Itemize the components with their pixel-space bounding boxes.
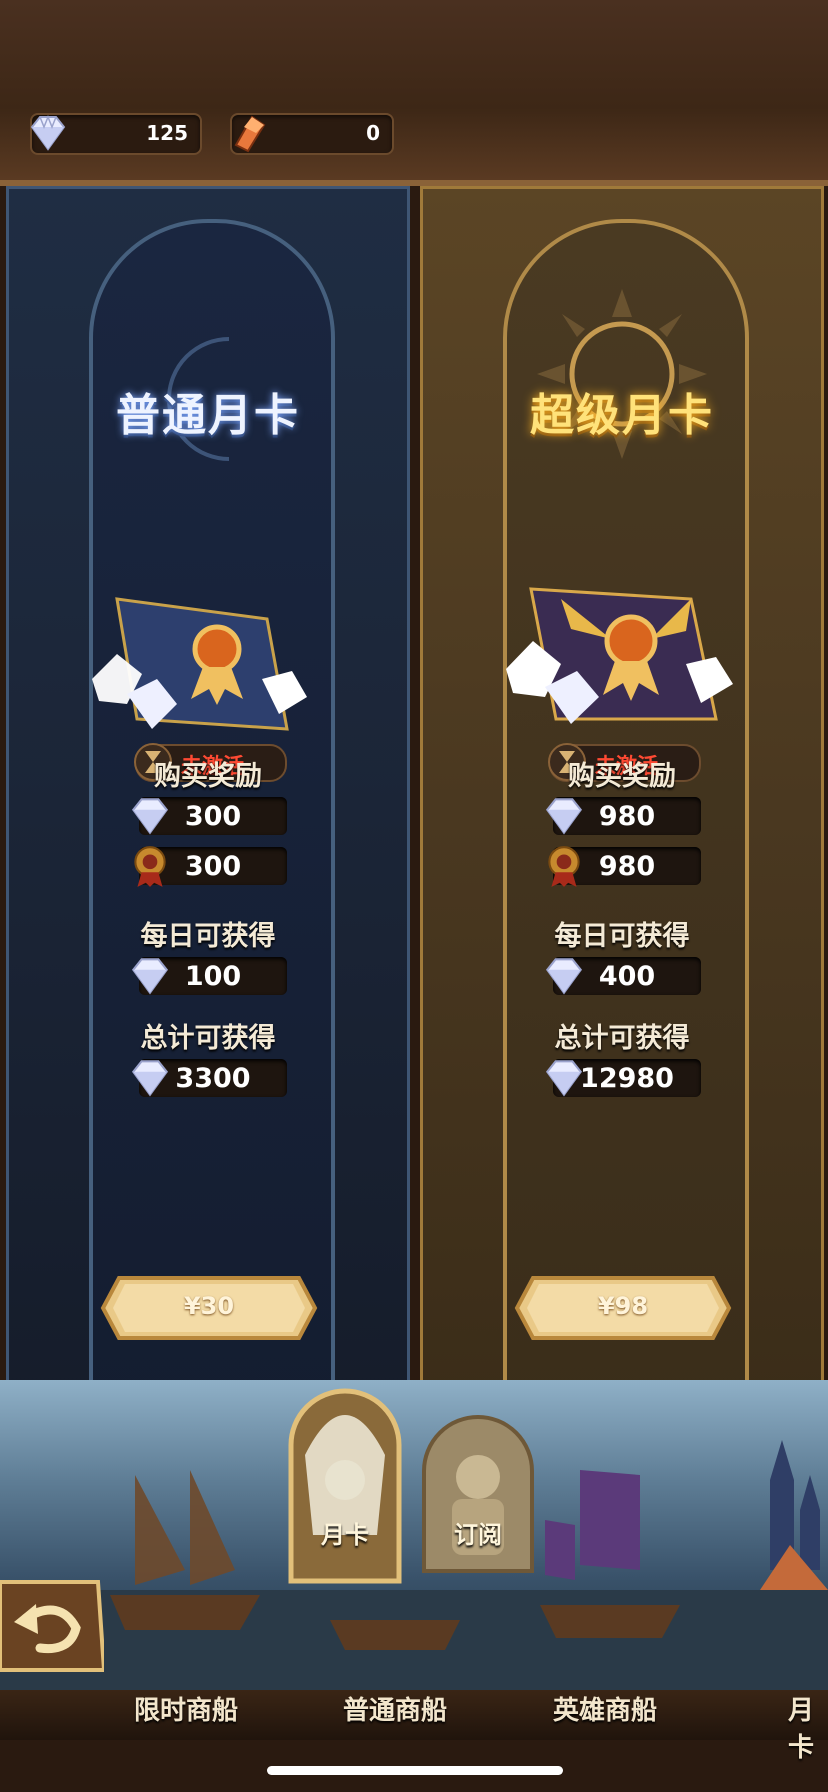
card-title: 普通月卡: [116, 390, 300, 441]
purchase-diamond-value: 300: [184, 801, 242, 832]
buy-button-normal[interactable]: ¥30: [99, 1274, 319, 1342]
back-button[interactable]: [0, 1578, 107, 1674]
total-label: 总计可获得: [554, 1023, 690, 1054]
card-reward-image-icon: [506, 587, 733, 724]
daily-label: 每日可获得: [554, 921, 690, 952]
purchase-badge-row: 980: [548, 846, 701, 887]
daily-diamond-row: 400: [545, 957, 701, 995]
purchase-badge-value: 300: [184, 851, 242, 882]
harbor-scene: [0, 1380, 828, 1710]
daily-diamond-value: 400: [598, 961, 656, 992]
crystal-icon: [234, 115, 266, 153]
total-label: 总计可获得: [140, 1023, 276, 1054]
home-indicator: [267, 1766, 563, 1775]
card-reward-image-icon: [92, 597, 307, 731]
purchase-reward-label: 购买奖励: [154, 761, 262, 792]
tab-subscribe[interactable]: 订阅: [418, 1415, 538, 1575]
purchase-badge-row: 300: [134, 846, 287, 887]
top-bar: [0, 0, 828, 186]
tab-frame: [288, 1388, 402, 1584]
purchase-badge-value: 980: [598, 851, 656, 882]
super-monthly-card-panel: 超级月卡 未激活 购买奖励 980 980 每日可获得 400 总计可获得 12…: [420, 186, 824, 1432]
back-arrow-icon: [0, 1580, 107, 1672]
total-diamond-value: 12980: [580, 1063, 674, 1094]
purchase-diamond-value: 980: [598, 801, 656, 832]
purchase-diamond-row: 980: [545, 797, 701, 835]
purchase-diamond-row: 300: [131, 797, 287, 835]
ships-illustration-icon: [0, 1440, 828, 1710]
crystal-count: 0: [366, 121, 380, 145]
buy-price: ¥30: [183, 1292, 235, 1320]
daily-diamond-row: 100: [131, 957, 287, 995]
tab-monthly-ship[interactable]: 月卡: [788, 1690, 828, 1764]
buy-price: ¥98: [597, 1292, 649, 1320]
card-title: 超级月卡: [530, 390, 714, 441]
tab-hero-ship[interactable]: 英雄商船: [553, 1690, 657, 1727]
daily-diamond-value: 100: [184, 961, 242, 992]
normal-monthly-card-panel: 普通月卡 未激活 购买奖励 300 300 每日可获得 100 总计可获得 33…: [6, 186, 410, 1432]
tab-limited-ship[interactable]: 限时商船: [134, 1690, 238, 1727]
daily-label: 每日可获得: [140, 921, 276, 952]
diamond-icon: [30, 114, 66, 151]
buy-button-super[interactable]: ¥98: [513, 1274, 733, 1342]
tab-monthly-card[interactable]: 月卡: [285, 1385, 405, 1585]
tab-monthly-label: 月卡: [321, 1521, 369, 1549]
crystal-counter[interactable]: 0: [230, 113, 394, 155]
total-diamond-row: 12980: [545, 1059, 701, 1097]
tab-subscribe-label: 订阅: [454, 1521, 502, 1549]
tab-frame: [422, 1415, 534, 1573]
total-diamond-row: 3300: [131, 1059, 287, 1097]
diamond-counter[interactable]: 125: [30, 113, 202, 155]
diamond-count: 125: [146, 121, 188, 145]
purchase-reward-label: 购买奖励: [568, 761, 676, 792]
total-diamond-value: 3300: [175, 1063, 251, 1094]
tab-normal-ship[interactable]: 普通商船: [343, 1690, 447, 1727]
